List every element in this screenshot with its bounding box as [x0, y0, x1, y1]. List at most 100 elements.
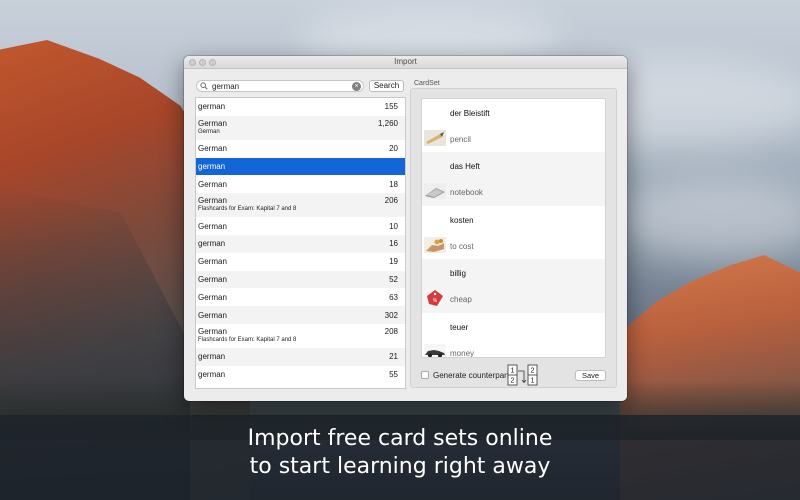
diagram-top-left: 1: [511, 368, 515, 375]
marketing-caption: Import free card sets online to start le…: [0, 425, 800, 481]
window-title: Import: [394, 57, 417, 66]
result-card-count: 19: [389, 257, 398, 267]
result-card-count: 21: [389, 352, 398, 362]
pencil-icon: [424, 130, 446, 146]
results-list[interactable]: german 155 German German 1,260 German 20 german…: [195, 97, 406, 389]
result-row[interactable]: German 20: [196, 140, 405, 158]
result-card-count: 18: [389, 179, 398, 189]
card-back: cheap: [450, 295, 472, 305]
titlebar: Import: [184, 56, 627, 69]
result-row[interactable]: German Flashcards for Exam: Kapital 7 and…: [196, 193, 405, 218]
card-row[interactable]: teuer money: [422, 313, 605, 357]
result-subtitle: Flashcards for Exam: Kapital 7 and 8: [198, 206, 297, 213]
result-row[interactable]: german 21: [196, 347, 405, 366]
result-name-block: German: [198, 144, 227, 153]
result-name: German: [198, 144, 227, 154]
cardset-label: CardSet: [414, 80, 440, 87]
result-card-count: 52: [389, 274, 398, 284]
result-card-count: 155: [384, 102, 398, 112]
result-row[interactable]: German 18: [196, 175, 405, 193]
result-row[interactable]: German 19: [196, 253, 405, 271]
result-name: German: [198, 196, 227, 206]
result-name-block: German: [198, 275, 227, 284]
result-name-block: German Flashcards for Exam: Kapital 7 and…: [198, 196, 296, 212]
diagram-bottom-left: 2: [511, 378, 515, 385]
counterpart-diagram-icon: 1 2 2 1: [507, 364, 538, 386]
cloud: [620, 180, 800, 260]
generate-counterpart-checkbox[interactable]: [421, 371, 429, 379]
result-subtitle: German: [198, 128, 220, 135]
result-name-block: german: [198, 352, 225, 361]
card-front: billig: [450, 269, 467, 279]
result-card-count: 1,260: [377, 118, 398, 128]
search-input[interactable]: german ×: [196, 80, 364, 92]
caption-line-1: Import free card sets online: [247, 426, 553, 451]
diagram-top-right: 2: [531, 368, 535, 375]
result-card-count: 302: [384, 310, 398, 320]
cardset-list[interactable]: der Bleistift pencil das Heft notebook koste…: [421, 98, 606, 358]
card-back: notebook: [450, 188, 483, 198]
result-name: German: [198, 274, 227, 284]
card-row[interactable]: der Bleistift pencil: [422, 99, 605, 152]
result-row[interactable]: German 302: [196, 306, 405, 324]
result-name: german: [198, 352, 226, 362]
search-input-value: german: [212, 81, 240, 91]
result-name-block: german: [198, 239, 225, 248]
result-row[interactable]: German 10: [196, 217, 405, 235]
search-icon: [197, 81, 211, 91]
result-row[interactable]: german 155: [196, 98, 405, 116]
result-name-block: German: [198, 222, 227, 231]
result-card-count: 16: [389, 239, 398, 249]
card-row[interactable]: kosten to cost: [422, 206, 605, 259]
coins-in-hand-icon: [424, 236, 446, 253]
result-name-block: German: [198, 257, 227, 266]
result-row[interactable]: German Flashcards for Exam: Kapital 7 and…: [196, 324, 405, 348]
result-card-count: 20: [389, 144, 398, 154]
result-row[interactable]: German 63: [196, 288, 405, 306]
card-front: das Heft: [450, 162, 480, 172]
result-name-block: German German: [198, 119, 227, 135]
svg-text:%: %: [433, 298, 438, 304]
result-card-count: 10: [389, 221, 398, 231]
result-row[interactable]: German German 1,260: [196, 115, 405, 140]
result-name: German: [198, 118, 227, 128]
result-subtitle: Flashcards for Exam: Kapital 7 and 8: [198, 336, 297, 343]
result-card-count: 206: [384, 196, 398, 206]
card-back: to cost: [450, 241, 474, 251]
result-row[interactable]: german 16: [196, 234, 405, 253]
result-name-block: German: [198, 293, 227, 302]
card-back: pencil: [450, 135, 471, 144]
card-row[interactable]: billig% cheap: [422, 259, 605, 313]
result-name: German: [198, 257, 227, 267]
result-row[interactable]: german: [196, 157, 405, 176]
result-name: German: [198, 326, 227, 336]
generate-counterpart-label: Generate counterpart: [433, 371, 510, 380]
result-name-block: German: [198, 311, 227, 320]
search-button[interactable]: Search: [369, 80, 404, 92]
card-row[interactable]: das Heft notebook: [422, 152, 605, 206]
result-name: german: [198, 161, 226, 171]
card-front: teuer: [450, 322, 469, 332]
caption-line-2: to start learning right away: [249, 454, 551, 479]
clear-search-icon[interactable]: ×: [352, 81, 361, 91]
result-card-count: 63: [389, 292, 398, 302]
import-window: Import german × Search german 155 German Ge…: [184, 56, 627, 401]
result-card-count: 55: [389, 370, 398, 380]
result-name: German: [198, 292, 227, 302]
car-icon: [424, 343, 446, 357]
result-name-block: german: [198, 102, 225, 111]
result-name: german: [198, 239, 226, 249]
result-row[interactable]: german 55: [196, 366, 405, 384]
result-name: german: [198, 102, 226, 112]
price-tag-icon: %: [424, 290, 446, 307]
result-card-count: 208: [384, 326, 398, 336]
card-front: kosten: [450, 215, 474, 225]
result-name: German: [198, 310, 227, 320]
diagram-bottom-right: 1: [531, 378, 535, 385]
result-name-block: German: [198, 180, 227, 189]
result-name-block: german: [198, 162, 225, 171]
result-name-block: german: [198, 370, 225, 379]
save-button[interactable]: Save: [575, 370, 606, 381]
result-row[interactable]: German 52: [196, 270, 405, 289]
result-name-block: German Flashcards for Exam: Kapital 7 and…: [198, 327, 296, 343]
